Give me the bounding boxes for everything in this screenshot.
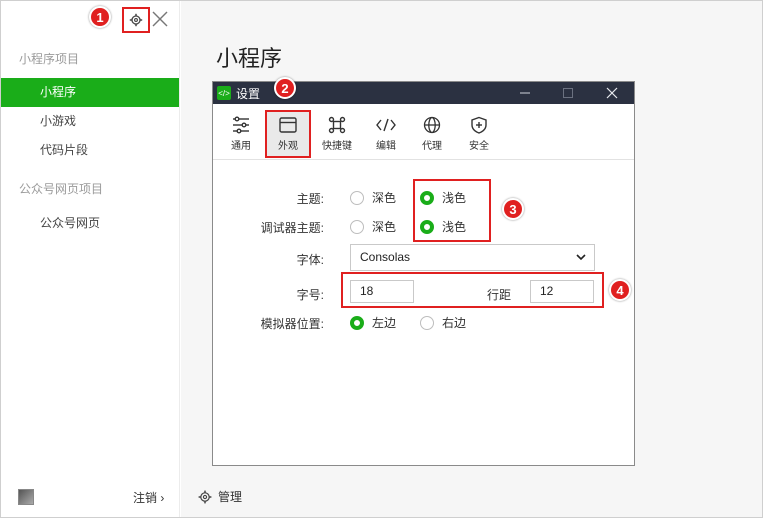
tab-appearance-label: 外观 [278, 141, 298, 152]
theme-light-radio[interactable]: 浅色 [420, 189, 466, 206]
avatar[interactable] [18, 489, 34, 505]
debugger-theme-dark-radio[interactable]: 深色 [350, 218, 396, 235]
line-height-input[interactable]: 12 [530, 280, 594, 303]
tab-shortcuts-label: 快捷键 [322, 141, 352, 152]
tab-general[interactable]: 通用 [218, 116, 264, 152]
sidebar-item-minigame[interactable]: 小游戏 [1, 107, 179, 136]
step-marker-4: 4 [609, 279, 631, 301]
simulator-left-label: 左边 [372, 316, 397, 330]
theme-dark-radio[interactable]: 深色 [350, 189, 396, 206]
tab-security-label: 安全 [469, 141, 489, 152]
font-select-value: Consolas [360, 250, 411, 264]
window-icon [279, 117, 297, 133]
theme-dark-label: 深色 [372, 191, 397, 205]
section-miniprogram-projects: 小程序项目 [19, 52, 80, 66]
theme-label: 主题: [296, 192, 324, 206]
line-height-label: 行距 [487, 288, 512, 302]
sidebar: 小程序项目 小程序 小游戏 代码片段 公众号网页项目 公众号网页 注销 › [1, 1, 180, 517]
shield-icon [471, 116, 487, 134]
radio-circle-selected [420, 219, 434, 234]
font-select[interactable]: Consolas [350, 244, 595, 271]
radio-circle [350, 219, 364, 234]
gear-icon [129, 13, 143, 27]
manage-button[interactable]: 管理 [198, 488, 242, 505]
tab-editor[interactable]: 编辑 [363, 116, 409, 152]
tab-appearance[interactable]: 外观 [265, 110, 311, 158]
close-icon[interactable] [604, 85, 620, 101]
settings-tabs: 通用 外观 快捷键 编辑 代理 安全 [213, 105, 634, 160]
simulator-position-label: 模拟器位置: [260, 317, 324, 331]
step-marker-3: 3 [502, 198, 524, 220]
font-size-input[interactable]: 18 [350, 280, 414, 303]
manage-label: 管理 [218, 490, 243, 504]
dialog-title: 设置 [236, 86, 261, 101]
tab-proxy[interactable]: 代理 [409, 116, 455, 152]
radio-circle-selected [350, 315, 364, 330]
minimize-icon[interactable] [517, 85, 533, 101]
chevron-down-icon [576, 254, 586, 261]
sidebar-item-code-snippet[interactable]: 代码片段 [1, 136, 179, 165]
logout-link[interactable]: 注销 › [133, 489, 164, 506]
debugger-theme-light-label: 浅色 [442, 220, 467, 234]
command-key-icon [328, 116, 346, 134]
debugger-theme-label: 调试器主题: [260, 221, 324, 235]
simulator-right-radio[interactable]: 右边 [420, 314, 466, 331]
radio-circle [420, 315, 434, 330]
step-marker-1: 1 [89, 6, 111, 28]
globe-icon [423, 116, 441, 134]
radio-circle-selected [420, 190, 434, 205]
sidebar-item-web-page[interactable]: 公众号网页 [1, 209, 179, 238]
maximize-icon[interactable] [560, 85, 576, 101]
settings-dialog: </> 设置 通用 外观 快捷键 编辑 代理 安全 主题: 深色 浅色 调试器主… [212, 81, 635, 466]
step-marker-2: 2 [274, 77, 296, 99]
close-icon[interactable] [149, 8, 171, 30]
code-icon [376, 118, 396, 132]
tab-shortcuts[interactable]: 快捷键 [314, 116, 360, 152]
font-size-label: 字号: [296, 288, 324, 302]
page-title: 小程序 [216, 46, 283, 71]
settings-gear-button[interactable] [122, 7, 150, 33]
tab-general-label: 通用 [231, 141, 251, 152]
tab-security[interactable]: 安全 [456, 116, 502, 152]
radio-circle [350, 190, 364, 205]
simulator-left-radio[interactable]: 左边 [350, 314, 396, 331]
simulator-right-label: 右边 [442, 316, 467, 330]
theme-light-label: 浅色 [442, 191, 467, 205]
sliders-icon [233, 116, 249, 134]
debugger-theme-light-radio[interactable]: 浅色 [420, 218, 466, 235]
tab-proxy-label: 代理 [422, 141, 442, 152]
sidebar-item-miniprogram[interactable]: 小程序 [1, 78, 179, 107]
tab-editor-label: 编辑 [376, 141, 396, 152]
debugger-theme-dark-label: 深色 [372, 220, 397, 234]
devtools-logo-icon: </> [217, 86, 231, 100]
font-label: 字体: [296, 253, 324, 267]
gear-icon [198, 490, 212, 503]
section-web-projects: 公众号网页项目 [19, 182, 104, 196]
